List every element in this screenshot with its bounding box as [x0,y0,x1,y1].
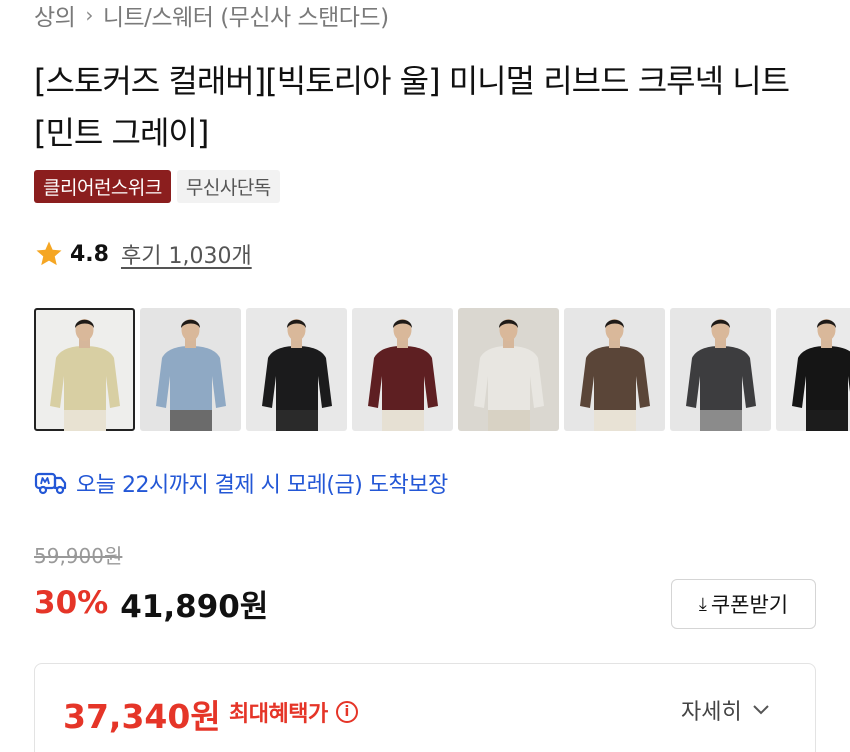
badge-group: 클리어런스위크 무신사단독 [34,170,280,203]
truck-icon [34,472,67,495]
chevron-down-icon [753,705,769,715]
product-thumbnail[interactable] [458,308,559,431]
original-price: 59,900원 [34,544,123,568]
exclusive-badge: 무신사단독 [176,170,280,203]
model-photo-image [156,319,226,431]
thumbnail-strip [34,308,850,432]
price-row: 30% 41,890원 [34,580,268,626]
max-benefit-label: 최대혜택가 i [229,696,358,728]
product-thumbnail[interactable] [352,308,453,431]
review-link[interactable]: 후기 1,030개 [121,238,252,270]
rating-score: 4.8 [70,241,109,267]
product-thumbnail[interactable] [246,308,347,431]
coupon-download-button[interactable]: ⤓ 쿠폰받기 [671,579,816,629]
coupon-button-label: 쿠폰받기 [710,594,789,617]
breadcrumb: 상의 › 니트/스웨터 (무신사 스탠다드) [34,0,389,32]
max-benefit-price: 37,340원 [63,697,221,736]
product-title: [스토커즈 컬래버][빅토리아 울] 미니멀 리브드 크루넥 니트 [민트 그레… [34,62,790,152]
max-benefit-label-text: 최대혜택가 [229,702,328,727]
product-thumbnail[interactable] [140,308,241,431]
sale-price: 41,890원 [120,588,269,625]
download-icon: ⤓ [698,593,707,614]
product-thumbnail[interactable] [34,308,135,431]
delivery-text: 오늘 22시까지 결제 시 모레(금) 도착보장 [76,473,448,498]
model-photo-image [368,319,438,431]
clearance-badge: 클리어런스위크 [34,170,171,203]
breadcrumb-item-top[interactable]: 상의 [34,0,76,32]
product-thumbnail[interactable] [776,308,850,431]
model-photo-image [50,319,120,431]
model-photo-image [262,319,332,431]
rating: 4.8 후기 1,030개 [34,236,252,272]
product-thumbnail[interactable] [670,308,771,431]
max-benefit-panel[interactable]: 37,340원 최대혜택가 i 자세히 [34,663,816,752]
details-label: 자세히 [681,700,742,725]
info-icon[interactable]: i [335,701,358,723]
model-photo-image [580,319,650,431]
breadcrumb-item-knit[interactable]: 니트/스웨터 (무신사 스탠다드) [103,0,389,32]
model-photo-image [474,319,544,431]
model-photo-image [792,319,850,431]
model-photo-image [686,319,756,431]
discount-rate: 30% [34,585,109,621]
delivery-guarantee: 오늘 22시까지 결제 시 모레(금) 도착보장 [34,466,448,500]
star-icon [36,241,62,266]
product-thumbnail[interactable] [564,308,665,431]
chevron-right-icon: › [85,3,93,27]
details-toggle[interactable]: 자세히 [681,694,770,726]
